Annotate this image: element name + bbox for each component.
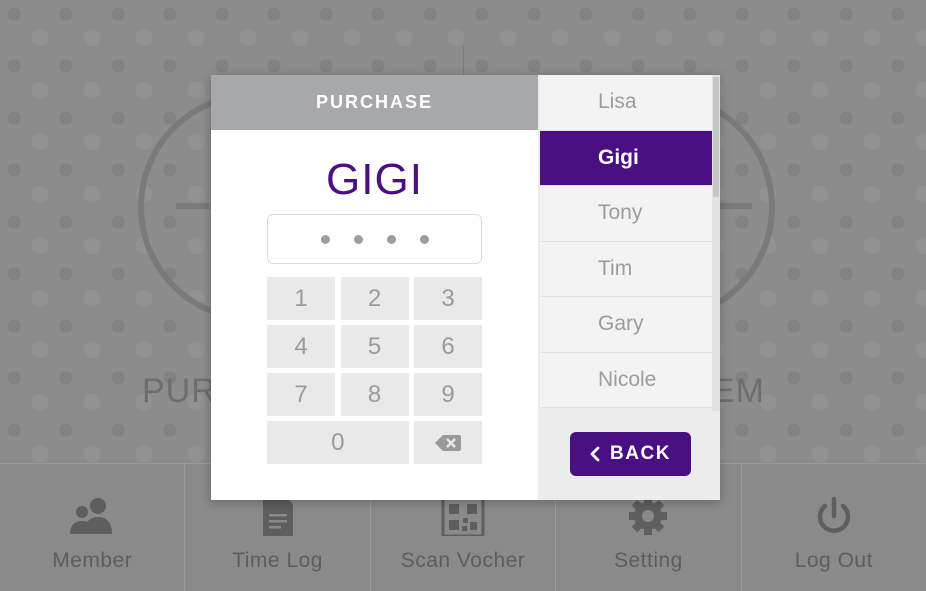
selected-user-name: GIGI: [326, 155, 423, 204]
list-item[interactable]: Gary: [540, 297, 712, 353]
purchase-dialog: PURCHASE GIGI 1 2 3 4 5 6 7 8 9 0 Lisa G…: [211, 75, 720, 500]
user-list[interactable]: Lisa Gigi Tony Tim Gary Nicole: [538, 75, 720, 411]
backspace-icon: [435, 434, 461, 452]
backspace-key[interactable]: [414, 421, 482, 464]
numeric-keypad: 1 2 3 4 5 6 7 8 9 0: [267, 277, 482, 464]
scrollbar-track[interactable]: [712, 75, 720, 411]
pin-entry-panel: PURCHASE GIGI 1 2 3 4 5 6 7 8 9 0: [211, 75, 538, 500]
list-item[interactable]: Nicole: [540, 352, 712, 408]
list-item[interactable]: Lisa: [540, 75, 712, 131]
key-6[interactable]: 6: [414, 325, 482, 368]
nav-label: Member: [52, 549, 133, 572]
purchase-label: PUR: [142, 372, 217, 410]
key-2[interactable]: 2: [340, 277, 409, 320]
key-1[interactable]: 1: [267, 277, 335, 320]
document-icon: [254, 496, 302, 536]
minus-icon: [718, 203, 752, 209]
nav-label: Time Log: [232, 549, 323, 572]
gear-icon: [624, 496, 672, 536]
key-5[interactable]: 5: [340, 325, 409, 368]
nav-item-log-out[interactable]: Log Out: [742, 464, 926, 591]
nav-label: Setting: [613, 549, 683, 572]
key-0[interactable]: 0: [267, 421, 409, 464]
key-3[interactable]: 3: [414, 277, 482, 320]
nav-label: Log Out: [794, 549, 873, 572]
list-item[interactable]: Tim: [540, 241, 712, 297]
pin-dot: [419, 234, 429, 244]
user-list-panel: Lisa Gigi Tony Tim Gary Nicole BACK: [538, 75, 720, 500]
list-item-selected[interactable]: Gigi: [540, 130, 712, 186]
qr-code-icon: [439, 496, 487, 536]
scrollbar-thumb[interactable]: [713, 77, 719, 197]
key-8[interactable]: 8: [340, 373, 409, 416]
chevron-left-icon: [590, 446, 600, 462]
nav-label: Scan Vocher: [400, 549, 526, 572]
back-button-label: BACK: [610, 443, 671, 464]
pin-dot: [320, 234, 330, 244]
minus-icon: [176, 203, 210, 209]
pin-dot: [353, 234, 363, 244]
members-icon: [68, 496, 116, 536]
power-icon: [810, 496, 858, 536]
list-item[interactable]: Tony: [540, 186, 712, 242]
key-9[interactable]: 9: [414, 373, 482, 416]
nav-item-member[interactable]: Member: [0, 464, 186, 591]
key-7[interactable]: 7: [267, 373, 335, 416]
dialog-title: PURCHASE: [315, 92, 433, 112]
back-button[interactable]: BACK: [570, 432, 691, 476]
pin-input[interactable]: [267, 214, 482, 264]
dialog-header: PURCHASE: [211, 75, 538, 130]
pin-dot: [386, 234, 396, 244]
key-4[interactable]: 4: [267, 325, 335, 368]
